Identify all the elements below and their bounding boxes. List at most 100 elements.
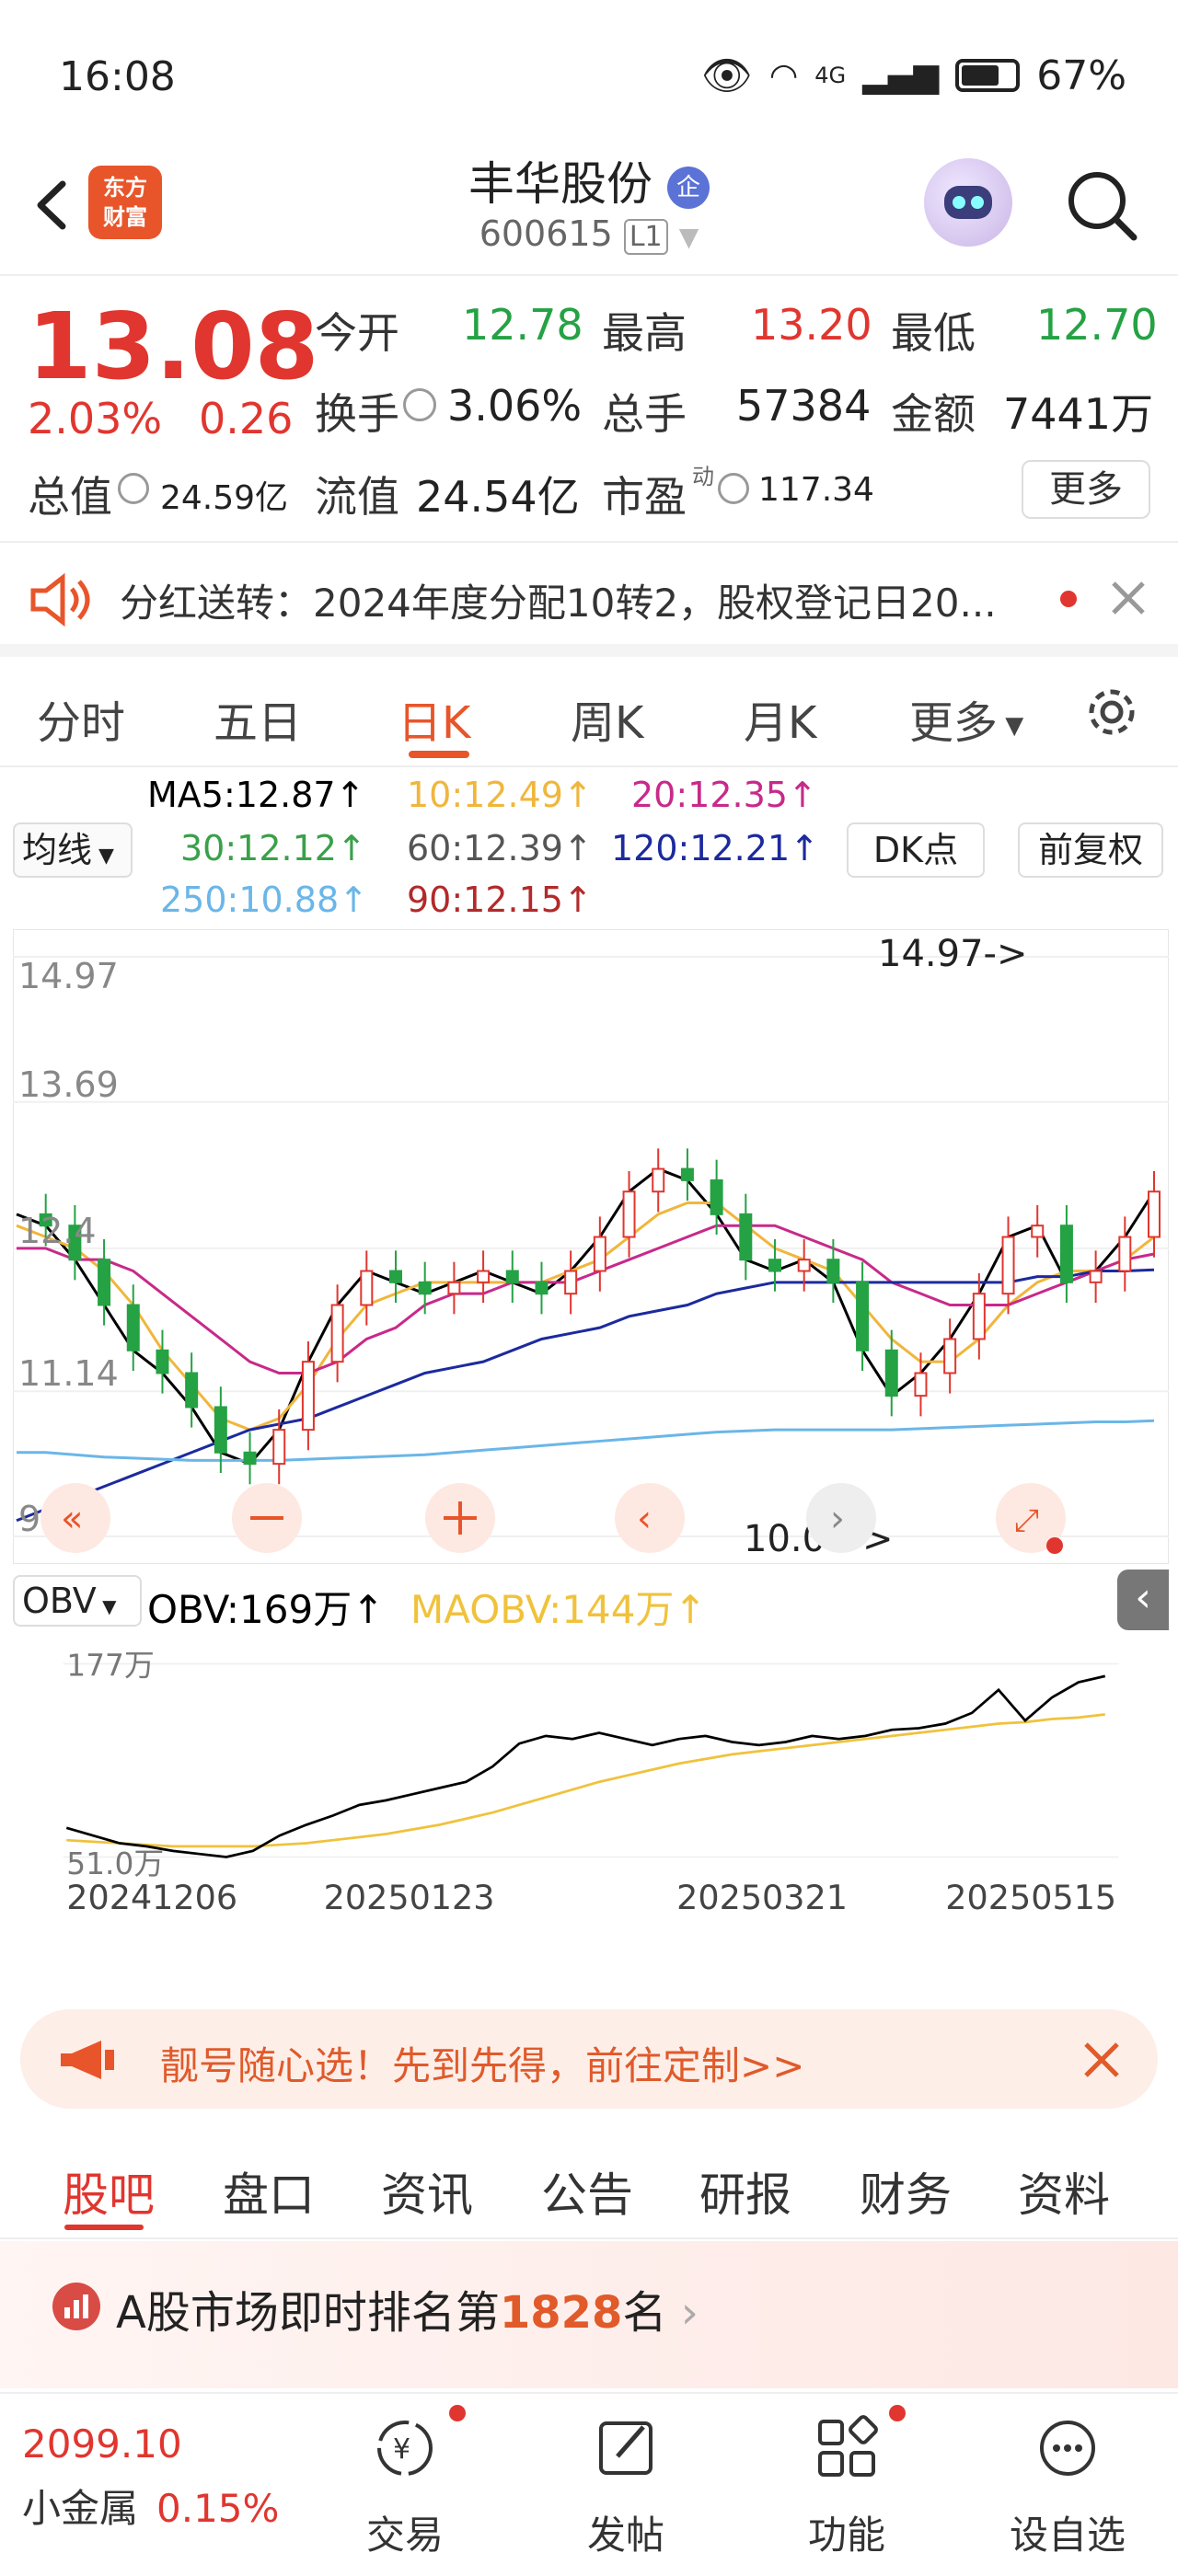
candle-body	[972, 1293, 986, 1340]
nav-add-watchlist[interactable]: 设自选	[1003, 2414, 1132, 2560]
gear-icon[interactable]	[1082, 683, 1141, 742]
tab-profile[interactable]: 资料	[1018, 2158, 1110, 2225]
tab-announcements[interactable]: 公告	[541, 2158, 633, 2225]
candle-body	[768, 1259, 781, 1272]
nav-trade[interactable]: ¥ 交易	[359, 2414, 451, 2560]
rank-number: 1828	[499, 2287, 623, 2339]
candle-body	[826, 1259, 840, 1283]
close-icon[interactable]	[1079, 2037, 1125, 2083]
nav-post[interactable]: 发帖	[580, 2414, 672, 2560]
obv-grid	[63, 1662, 1119, 1858]
candle-body	[243, 1451, 257, 1466]
y-tick-label: 13.69	[18, 1064, 119, 1105]
eye-icon: 👁	[700, 52, 753, 99]
battery-icon	[955, 59, 1021, 92]
tab-finance[interactable]: 财务	[860, 2158, 952, 2225]
candle-body	[214, 1406, 227, 1454]
turnover-label: 换手	[315, 389, 399, 439]
sector-index-name: 小金属	[22, 2486, 139, 2531]
high-label: 最高	[602, 308, 687, 358]
obv-line	[65, 1674, 1106, 1858]
grid-icon	[818, 2415, 878, 2477]
more-button[interactable]: 更多	[1022, 460, 1150, 519]
nav-post-label: 发帖	[586, 2513, 664, 2558]
tab-research[interactable]: 研报	[699, 2158, 791, 2225]
tab-more[interactable]: 更多 ▼	[909, 686, 1023, 751]
level-badge: L1	[623, 219, 668, 255]
x-tick-label: 20250321	[676, 1878, 848, 1917]
candle-body	[360, 1270, 374, 1306]
info-icon[interactable]	[718, 473, 749, 504]
x-tick-label: 20250123	[324, 1878, 495, 1917]
x-tick-label: 20241206	[66, 1878, 237, 1917]
maobv-value: MAOBV:144万↑	[410, 1587, 707, 1632]
candle-body	[652, 1167, 665, 1193]
close-icon[interactable]	[1108, 578, 1149, 618]
search-icon	[1068, 172, 1138, 241]
trade-icon: ¥	[377, 2421, 433, 2476]
robot-assistant-icon[interactable]	[924, 158, 1012, 247]
obv-chart[interactable]: 177万 51.0万 20241206 20250123 20250321 20250…	[13, 1630, 1169, 2017]
tab-guba[interactable]: 股吧	[63, 2158, 155, 2225]
obv-lines	[65, 1674, 1106, 1858]
info-icon[interactable]	[403, 388, 436, 421]
search-button[interactable]	[1060, 164, 1143, 247]
turnover-value: 3.06%	[447, 381, 583, 431]
tab-more-label: 更多	[909, 697, 999, 749]
x-tick-label: 20250515	[945, 1878, 1116, 1917]
market-rank-bar[interactable]: A股市场即时排名第1828名 ›	[0, 2241, 1178, 2388]
stock-code-text: 600615	[479, 213, 613, 254]
candle-body	[272, 1429, 286, 1466]
chevron-down-icon: ▼	[96, 1595, 117, 1617]
chevron-down-icon: ▼	[92, 845, 114, 868]
candle-body	[126, 1304, 140, 1351]
current-price: 13.08	[28, 293, 319, 400]
tab-weekly-k[interactable]: 周K	[571, 686, 643, 751]
candle-body	[535, 1281, 549, 1295]
amount-label: 金额	[891, 389, 976, 439]
pe-label: 市盈	[602, 472, 687, 522]
nav-add-watchlist-label: 设自选	[1009, 2513, 1126, 2558]
bottom-navigation: 2099.10 小金属 0.15% ¥ 交易 发帖 功能 设自选	[0, 2392, 1178, 2576]
ma90-legend: 90:12.15↑	[407, 880, 593, 920]
ma-dropdown[interactable]: 均线 ▼	[13, 822, 133, 878]
chevron-right-icon: ›	[680, 2287, 699, 2339]
dividend-notice[interactable]: 分红送转：2024年度分配10转2，股权登记日20...	[0, 545, 1178, 657]
promo-banner[interactable]: 靓号随心选！先到先得，前往定制>>	[20, 2009, 1158, 2109]
change-amount: 0.26	[199, 394, 294, 443]
tab-intraday[interactable]: 分时	[37, 686, 125, 751]
adjust-button[interactable]: 前复权	[1018, 822, 1163, 878]
tab-daily-k[interactable]: 日K	[398, 686, 470, 751]
ma30-legend: 30:12.12↑	[180, 828, 366, 868]
change-percent: 2.03%	[28, 394, 163, 443]
volume-value: 57384	[736, 381, 872, 431]
float-value: 24.54亿	[416, 472, 580, 522]
x-axis-ticks: 20241206 20250123 20250321 20250515	[66, 1878, 1116, 1917]
tab-pankou[interactable]: 盘口	[223, 2158, 315, 2225]
candle-body	[593, 1236, 606, 1272]
obv-dropdown[interactable]: OBV ▼	[13, 1575, 142, 1627]
active-tab-indicator	[64, 2225, 144, 2230]
chevron-down-icon: ▼	[678, 222, 699, 252]
candle-body	[622, 1190, 636, 1238]
collapse-panel-button[interactable]: ‹	[1117, 1570, 1169, 1630]
low-value: 12.70	[1036, 300, 1158, 350]
dk-point-button[interactable]: DK点	[847, 822, 985, 878]
tab-monthly-k[interactable]: 月K	[744, 686, 816, 751]
sector-index[interactable]: 2099.10 小金属 0.15%	[22, 2421, 279, 2534]
info-icon[interactable]	[118, 473, 149, 504]
functions-badge-dot	[889, 2405, 906, 2421]
notification-dot	[1046, 1537, 1063, 1554]
nav-functions[interactable]: 功能	[801, 2414, 893, 2560]
chevron-right-icon: ›	[830, 1498, 845, 1540]
ma250-legend: 250:10.88↑	[160, 880, 368, 920]
candle-body	[447, 1281, 461, 1295]
candle-body	[1001, 1236, 1015, 1295]
obv-y-min: 51.0万	[66, 1846, 164, 1881]
rank-text: A股市场即时排名第1828名 ›	[116, 2276, 699, 2340]
tab-news[interactable]: 资讯	[381, 2158, 473, 2225]
chart-period-tabs: 分时 五日 日K 周K 月K 更多 ▼	[0, 657, 1178, 767]
tab-five-day[interactable]: 五日	[214, 686, 302, 751]
candle-body	[477, 1270, 491, 1283]
kline-chart[interactable]: 14.97-> 10.00-> 14.9713.6912.411.149.86 …	[13, 929, 1169, 1564]
